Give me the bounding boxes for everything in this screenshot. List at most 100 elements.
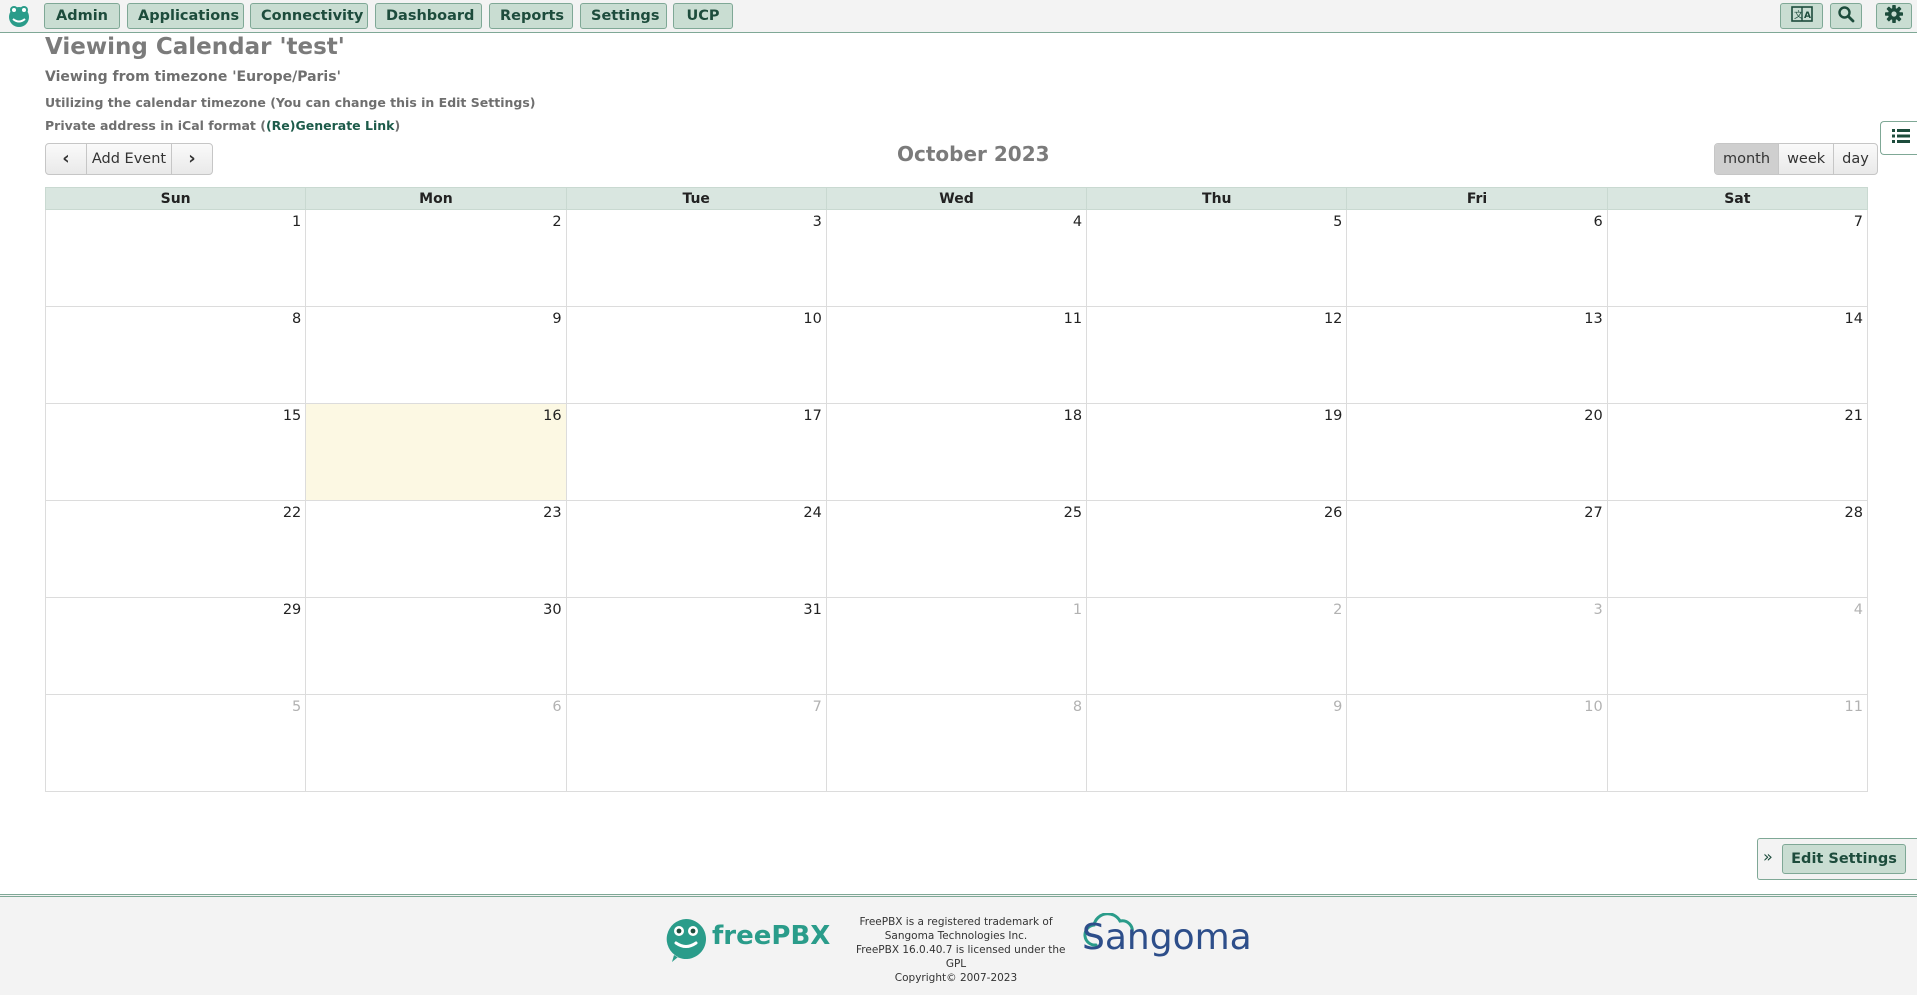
day-cell[interactable]: 25	[825, 500, 1088, 598]
add-event-button[interactable]: Add Event	[87, 144, 172, 174]
settings-gear-button[interactable]	[1876, 3, 1912, 29]
edit-settings-button[interactable]: Edit Settings	[1782, 844, 1906, 874]
day-number: 27	[1584, 505, 1603, 521]
day-cell[interactable]: 31	[565, 597, 827, 695]
day-number: 23	[543, 505, 562, 521]
day-number: 15	[282, 408, 302, 424]
day-cell[interactable]: 18	[825, 403, 1088, 501]
day-number: 31	[803, 602, 822, 618]
view-week-button[interactable]: week	[1779, 144, 1835, 174]
weekday-header: Thu	[1086, 187, 1348, 210]
day-cell[interactable]: 11	[825, 306, 1088, 404]
nav-reports-button[interactable]: Reports	[489, 3, 573, 29]
top-nav-bar: Admin Applications Connectivity Dashboar…	[0, 0, 1917, 33]
other-month-day-cell[interactable]: 9	[1086, 694, 1348, 792]
week-row: 15 16 17 18 19 20 21	[44, 403, 1869, 501]
today-cell[interactable]: 16	[305, 403, 567, 501]
day-cell[interactable]: 22	[44, 500, 307, 598]
day-number: 28	[1844, 505, 1863, 521]
week-row: 8 9 10 11 12 13 14	[44, 306, 1869, 404]
nav-settings-button[interactable]: Settings	[580, 3, 667, 29]
view-day-button[interactable]: day	[1834, 144, 1877, 174]
legal-line: FreePBX is a registered trademark of	[859, 916, 1053, 928]
nav-applications-button[interactable]: Applications	[127, 3, 244, 29]
day-number: 25	[1063, 505, 1083, 521]
nav-admin-button[interactable]: Admin	[44, 3, 120, 29]
regenerate-link[interactable]: (Re)Generate Link	[266, 118, 395, 133]
other-month-day-cell[interactable]: 7	[565, 694, 827, 792]
day-cell[interactable]: 4	[825, 209, 1088, 307]
day-cell[interactable]: 8	[44, 306, 307, 404]
day-number: 4	[1072, 214, 1083, 230]
language-button[interactable]: 文 A	[1780, 3, 1823, 29]
week-row: 5 6 7 8 9 10 11	[44, 694, 1869, 792]
day-cell[interactable]: 21	[1606, 403, 1869, 501]
other-month-day-cell[interactable]: 11	[1606, 694, 1869, 792]
search-button[interactable]	[1830, 3, 1862, 29]
day-number: 18	[1063, 408, 1083, 424]
day-cell[interactable]: 1	[44, 209, 307, 307]
day-number: 26	[1323, 505, 1343, 521]
prev-button[interactable]: ‹	[46, 144, 87, 174]
day-cell[interactable]: 28	[1606, 500, 1869, 598]
freepbx-logo-icon[interactable]	[6, 3, 32, 29]
ical-prefix: Private address in iCal format (	[45, 118, 266, 133]
other-month-day-cell[interactable]: 8	[825, 694, 1088, 792]
nav-connectivity-button[interactable]: Connectivity	[250, 3, 368, 29]
day-cell[interactable]: 13	[1346, 306, 1608, 404]
day-cell[interactable]: 12	[1086, 306, 1348, 404]
other-month-day-cell[interactable]: 4	[1606, 597, 1869, 695]
legal-line: GPL	[945, 958, 967, 970]
day-number: 3	[812, 214, 822, 230]
expand-chevron-icon[interactable]: »	[1763, 847, 1773, 866]
day-number: 20	[1584, 408, 1603, 424]
day-number: 14	[1844, 311, 1863, 327]
day-number: 9	[552, 311, 562, 327]
day-cell[interactable]: 3	[565, 209, 827, 307]
day-number: 6	[1593, 214, 1603, 230]
day-cell[interactable]: 26	[1086, 500, 1348, 598]
other-month-day-cell[interactable]: 5	[44, 694, 307, 792]
day-number: 8	[1072, 699, 1083, 715]
other-month-day-cell[interactable]: 10	[1346, 694, 1608, 792]
day-cell[interactable]: 24	[565, 500, 827, 598]
day-cell[interactable]: 19	[1086, 403, 1348, 501]
day-number: 5	[292, 699, 302, 715]
day-cell[interactable]: 6	[1346, 209, 1608, 307]
day-number: 17	[803, 408, 822, 424]
legal-line: Sangoma Technologies Inc.	[884, 930, 1028, 942]
side-list-toggle-button[interactable]	[1880, 121, 1917, 155]
day-number: 22	[282, 505, 302, 521]
day-cell[interactable]: 2	[305, 209, 567, 307]
day-number: 30	[543, 602, 562, 618]
list-icon	[1891, 127, 1911, 149]
day-cell[interactable]: 9	[305, 306, 567, 404]
day-number: 19	[1323, 408, 1343, 424]
day-cell[interactable]: 29	[44, 597, 307, 695]
gear-icon	[1885, 5, 1903, 27]
day-cell[interactable]: 7	[1606, 209, 1869, 307]
page-title: Viewing Calendar 'test'	[45, 34, 345, 60]
day-cell[interactable]: 27	[1346, 500, 1608, 598]
day-number: 10	[803, 311, 822, 327]
view-month-button[interactable]: month	[1715, 144, 1780, 174]
other-month-day-cell[interactable]: 2	[1086, 597, 1348, 695]
other-month-day-cell[interactable]: 6	[305, 694, 567, 792]
timezone-note: Utilizing the calendar timezone (You can…	[45, 95, 536, 110]
other-month-day-cell[interactable]: 3	[1346, 597, 1608, 695]
day-cell[interactable]: 23	[305, 500, 567, 598]
day-cell[interactable]: 17	[565, 403, 827, 501]
day-cell[interactable]: 15	[44, 403, 307, 501]
nav-ucp-button[interactable]: UCP	[673, 3, 733, 29]
calendar-nav-group: ‹ Add Event ›	[45, 143, 213, 175]
week-row: 22 23 24 25 26 27 28	[44, 500, 1869, 598]
day-cell[interactable]: 5	[1086, 209, 1348, 307]
other-month-day-cell[interactable]: 1	[825, 597, 1088, 695]
day-cell[interactable]: 14	[1606, 306, 1869, 404]
day-cell[interactable]: 20	[1346, 403, 1608, 501]
day-cell[interactable]: 10	[565, 306, 827, 404]
next-button[interactable]: ›	[172, 144, 212, 174]
footer: freePBX FreePBX is a registered trademar…	[0, 894, 1917, 995]
nav-dashboard-button[interactable]: Dashboard	[375, 3, 482, 29]
day-cell[interactable]: 30	[305, 597, 567, 695]
